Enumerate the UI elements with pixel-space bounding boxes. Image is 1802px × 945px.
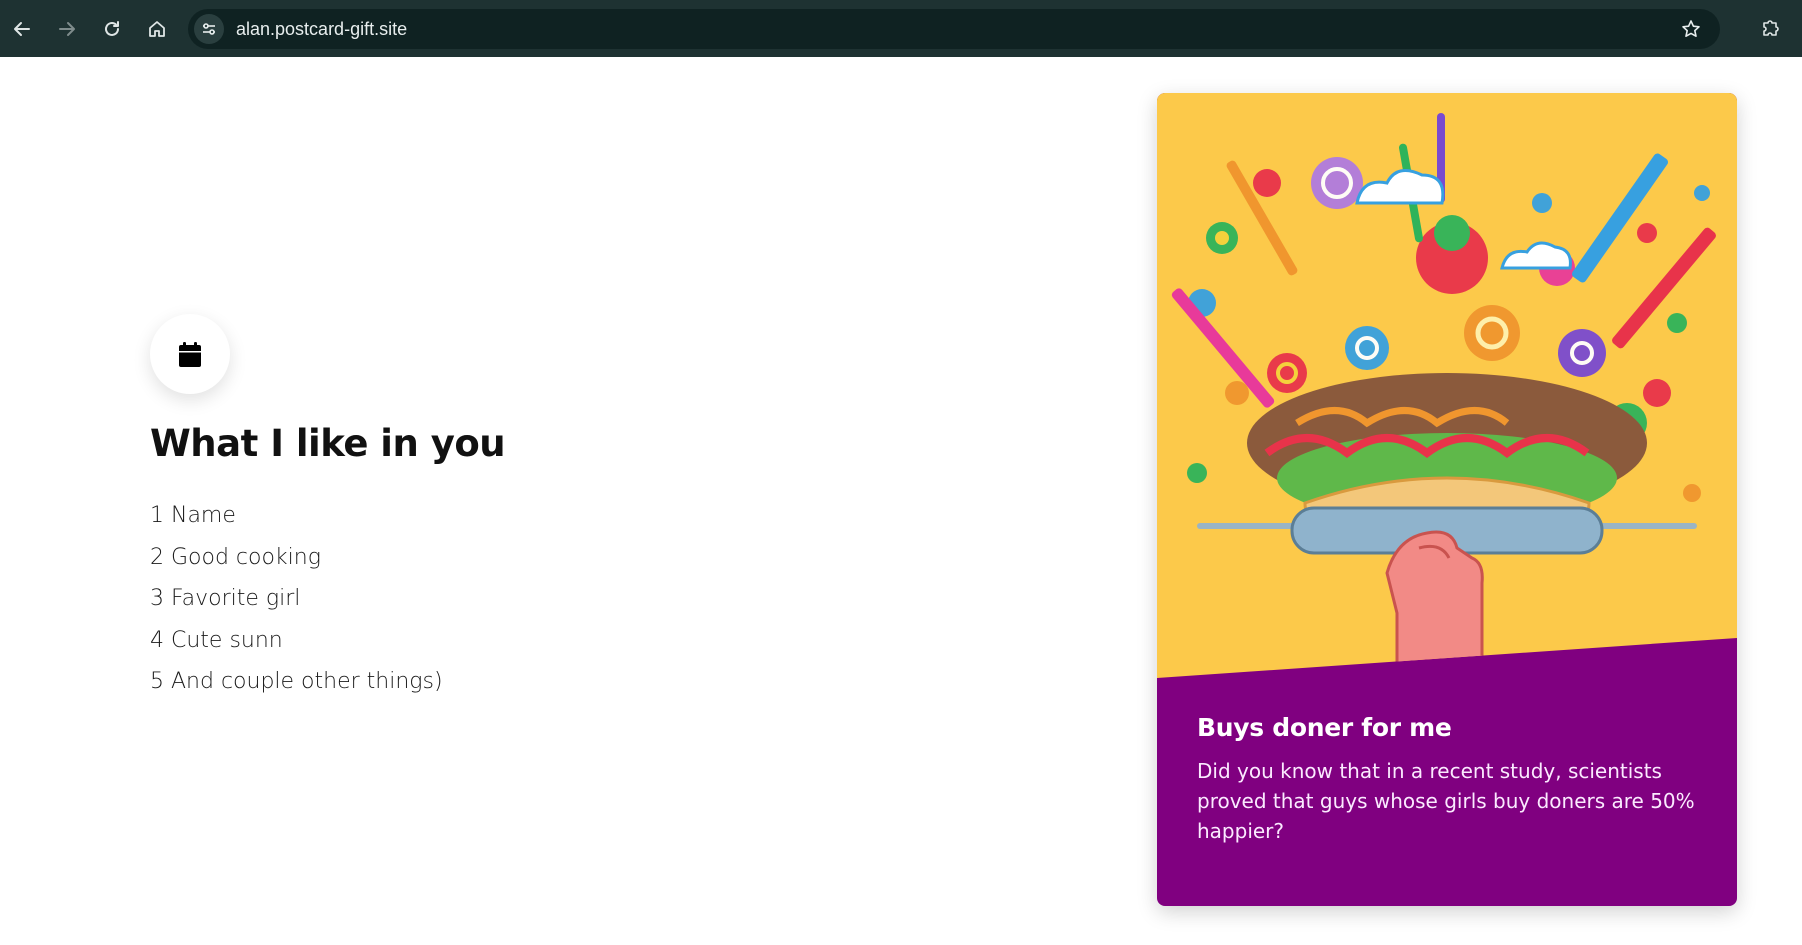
home-button[interactable]: [137, 9, 177, 49]
list-item: 2 Good cooking: [150, 544, 321, 570]
back-button[interactable]: [2, 9, 42, 49]
list-item: 5 And couple other things): [150, 669, 443, 694]
calendar-badge: [150, 314, 230, 394]
extensions-button[interactable]: [1754, 11, 1788, 45]
card-text: Did you know that in a recent study, sci…: [1197, 759, 1695, 843]
card-title: Buys doner for me: [1197, 713, 1452, 742]
section-title: What I like in you: [150, 422, 506, 465]
doner-card: Buys doner for me Did you know that in a…: [1157, 93, 1737, 906]
tune-icon: [203, 23, 215, 35]
address-bar[interactable]: alan.postcard-gift.site: [188, 9, 1720, 49]
list-item: 3 Favorite girl: [150, 586, 301, 611]
url-text[interactable]: alan.postcard-gift.site: [236, 19, 407, 40]
site-info-button[interactable]: [194, 14, 224, 44]
puzzle-icon: [1763, 20, 1779, 36]
arrow-left-icon: [14, 21, 30, 36]
home-icon: [149, 20, 165, 37]
like-list: 1 Name 2 Good cooking 3 Favorite girl 4 …: [150, 495, 443, 703]
reload-button[interactable]: [92, 9, 132, 49]
list-item: 1 Name: [150, 503, 236, 528]
doner-illustration: [1157, 93, 1737, 678]
forward-button[interactable]: [47, 9, 87, 49]
star-icon: [1682, 20, 1700, 37]
calendar-icon: [179, 342, 201, 367]
bookmark-button[interactable]: [1676, 14, 1706, 44]
reload-icon: [105, 20, 119, 36]
list-item: 4 Cute sunn: [150, 627, 283, 653]
nav-buttons: [2, 9, 177, 49]
browser-toolbar: alan.postcard-gift.site: [0, 0, 1802, 57]
page-content: What I like in you 1 Name 2 Good cooking…: [0, 57, 1802, 945]
arrow-right-icon: [59, 21, 75, 36]
